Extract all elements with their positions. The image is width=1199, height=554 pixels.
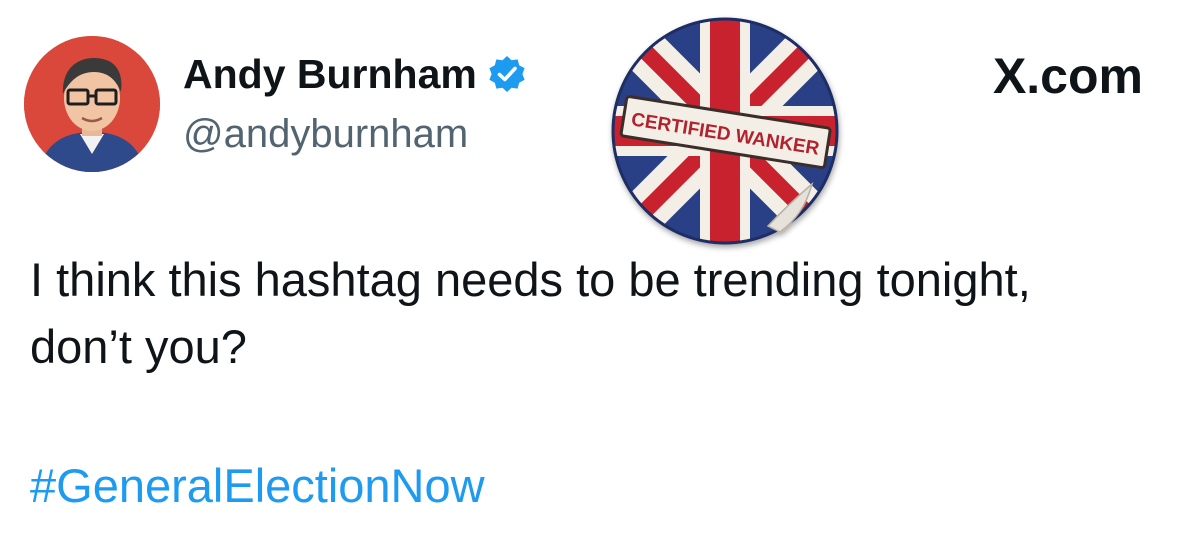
verified-badge-icon[interactable] [487, 54, 527, 94]
union-jack-sticker: CERTIFIED WANKER [600, 6, 850, 256]
author-name-row: Andy Burnham [183, 50, 527, 98]
avatar-illustration [24, 36, 160, 172]
sticker-graphic: CERTIFIED WANKER [611, 17, 839, 245]
avatar[interactable] [24, 36, 160, 172]
tweet-text-line-1: I think this hashtag needs to be trendin… [30, 253, 1031, 306]
author-handle[interactable]: @andyburnham [183, 110, 468, 158]
hashtag-link[interactable]: #GeneralElectionNow [30, 456, 485, 516]
author-display-name[interactable]: Andy Burnham [183, 50, 477, 98]
tweet-text: I think this hashtag needs to be trendin… [30, 246, 1160, 380]
site-label: X.com [992, 48, 1143, 104]
tweet-text-line-2: don’t you? [30, 320, 247, 373]
